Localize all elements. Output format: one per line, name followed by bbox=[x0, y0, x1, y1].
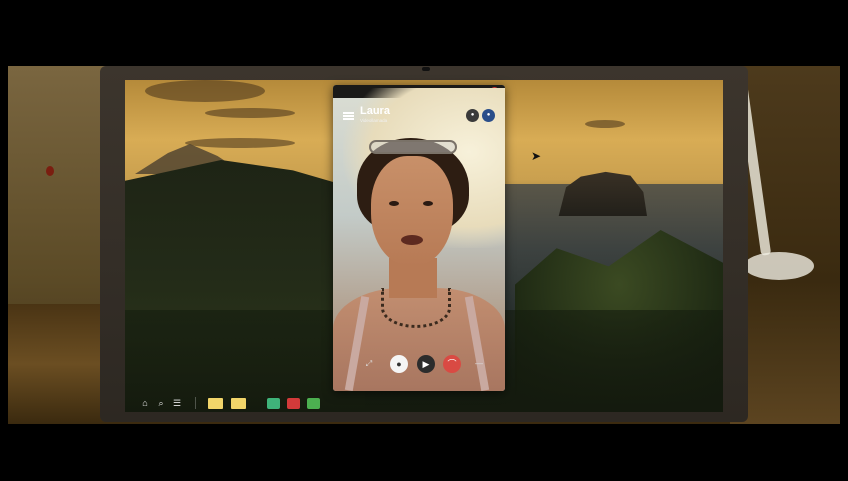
remote-video-feed bbox=[333, 88, 505, 391]
letterbox-bottom bbox=[0, 424, 848, 481]
cloud bbox=[185, 138, 295, 148]
app-green-icon[interactable] bbox=[267, 397, 280, 409]
home-icon[interactable]: ⌂ bbox=[139, 397, 151, 409]
caller-name: Laura bbox=[360, 105, 390, 117]
expand-icon[interactable]: ⤢ bbox=[363, 358, 375, 370]
mouse-cursor-icon: ➤ bbox=[531, 149, 542, 163]
eye-left bbox=[389, 201, 399, 206]
folder-icon[interactable] bbox=[208, 397, 223, 409]
search-icon[interactable]: ⌕ bbox=[155, 397, 167, 409]
webcam bbox=[422, 67, 430, 71]
user-icon[interactable]: ● bbox=[466, 109, 479, 122]
caller-mouth bbox=[401, 235, 423, 245]
list-icon[interactable]: ☰ bbox=[171, 397, 183, 409]
hang-up-button[interactable]: ⌒ bbox=[443, 355, 461, 373]
camera-toggle-button[interactable]: ▶ bbox=[417, 355, 435, 373]
more-options-icon[interactable]: — bbox=[473, 358, 485, 370]
info-icon[interactable]: ● bbox=[482, 109, 495, 122]
call-controls: ⤢ ● ▶ ⌒ — bbox=[333, 353, 505, 375]
caller-face bbox=[371, 156, 453, 266]
sunglasses bbox=[369, 140, 457, 154]
menu-icon[interactable] bbox=[343, 112, 354, 120]
video-call-window: × Laura Videollamada ● ● ⤢ ● ▶ ⌒ — bbox=[333, 85, 505, 391]
taskbar-divider bbox=[195, 397, 196, 409]
desk-lamp-base bbox=[744, 252, 814, 280]
cloud bbox=[205, 108, 295, 118]
wall-pin bbox=[46, 166, 54, 176]
folder-icon[interactable] bbox=[231, 397, 246, 409]
call-subtitle: Videollamada bbox=[360, 118, 388, 123]
microphone-button[interactable]: ● bbox=[390, 355, 408, 373]
app-red-icon[interactable] bbox=[287, 397, 300, 409]
necklace bbox=[381, 288, 451, 328]
eye-right bbox=[423, 201, 433, 206]
cloud bbox=[585, 120, 625, 128]
taskbar: ⌂ ⌕ ☰ bbox=[125, 394, 723, 412]
cloud bbox=[145, 80, 265, 102]
taskbar-spacer bbox=[258, 397, 259, 409]
app-photo-icon[interactable] bbox=[307, 397, 320, 409]
wallpaper-rock bbox=[558, 171, 647, 216]
letterbox-top bbox=[0, 0, 848, 66]
